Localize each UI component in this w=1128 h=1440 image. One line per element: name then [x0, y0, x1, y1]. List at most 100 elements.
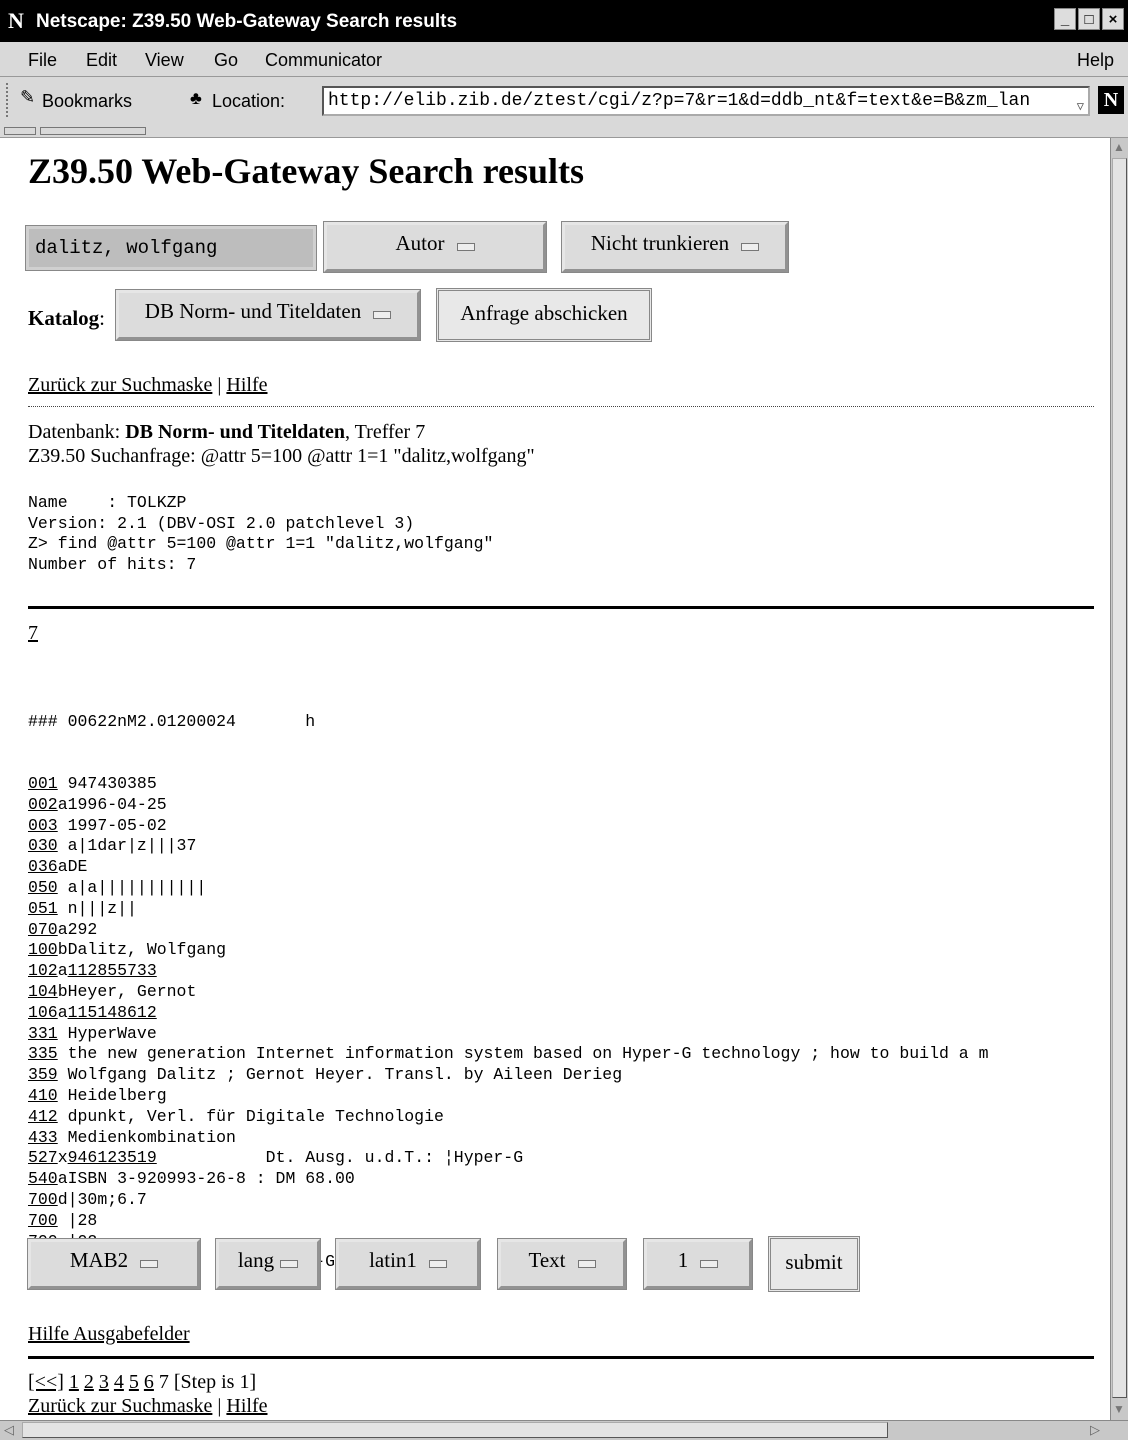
horizontal-scrollbar[interactable]: ◁ ▷ — [0, 1420, 1128, 1440]
field-tag-link[interactable]: 070 — [28, 920, 58, 939]
field-tag-link[interactable]: 002 — [28, 795, 58, 814]
field-indicator: a — [57, 857, 68, 877]
pager-page-link[interactable]: 4 — [114, 1371, 124, 1393]
record-field-row: 003 1997-05-02 — [28, 816, 988, 837]
field-value-link[interactable]: 946123519 — [68, 1148, 157, 1167]
field-indicator — [58, 1211, 68, 1230]
field-tag-link[interactable]: 036 — [28, 857, 58, 876]
katalog-select[interactable]: DB Norm- und Titeldaten — [115, 289, 421, 341]
netscape-logo-icon[interactable]: N — [1098, 86, 1124, 114]
field-indicator: d — [57, 1189, 68, 1209]
record-number-link[interactable]: 7 — [28, 622, 38, 645]
menu-help[interactable]: Help — [1077, 50, 1114, 71]
field-tag-link[interactable]: 359 — [28, 1065, 58, 1084]
scroll-down-icon[interactable]: ▼ — [1113, 1402, 1125, 1417]
field-select[interactable]: Autor — [323, 221, 547, 273]
option-menu-indicator-icon — [741, 243, 760, 252]
field-indicator: a — [57, 1169, 68, 1189]
field-value: the new generation Internet information … — [67, 1044, 989, 1064]
back-to-search-link[interactable]: Zurück zur Suchmaske — [28, 374, 212, 396]
field-indicator: b — [57, 940, 68, 960]
field-value: n|||z|| — [67, 898, 137, 918]
horizontal-scroll-thumb[interactable] — [22, 1422, 888, 1438]
syntax-select-value: MAB2 — [69, 1248, 129, 1272]
field-tag-link[interactable]: 700 — [28, 1211, 58, 1230]
field-tag-link[interactable]: 051 — [28, 899, 58, 918]
record-field-row: 070a292 — [28, 920, 988, 941]
field-tag-link[interactable]: 100 — [28, 940, 58, 959]
field-tag-link[interactable]: 335 — [28, 1044, 58, 1063]
option-menu-indicator-icon — [577, 1260, 596, 1269]
field-tag-link[interactable]: 433 — [28, 1128, 58, 1147]
record-field-row: 433 Medienkombination — [28, 1128, 988, 1149]
toolbar-collapse-tab[interactable] — [4, 127, 36, 135]
submit-query-button[interactable]: Anfrage abschicken — [436, 288, 652, 342]
maximize-button[interactable]: □ — [1078, 8, 1100, 30]
minimize-button[interactable]: _ — [1054, 8, 1076, 30]
katalog-select-value: DB Norm- und Titeldaten — [144, 299, 362, 323]
field-value-link[interactable]: 112855733 — [68, 961, 157, 980]
close-button[interactable]: × — [1102, 8, 1124, 30]
vertical-scroll-thumb[interactable] — [1112, 158, 1127, 1398]
type-select[interactable]: Text — [497, 1238, 627, 1290]
toolbar-collapse-tab[interactable] — [40, 127, 146, 135]
field-value-link[interactable]: 115148612 — [68, 1003, 157, 1022]
lang-select[interactable]: lang — [215, 1238, 321, 1290]
bookmarks-button[interactable]: Bookmarks — [42, 91, 132, 112]
field-tag-link[interactable]: 331 — [28, 1024, 58, 1043]
pager-page-link[interactable]: 1 — [69, 1371, 79, 1393]
record-field-row: 030 a|1dar|z|||37 — [28, 836, 988, 857]
menu-communicator[interactable]: Communicator — [265, 50, 382, 71]
field-tag-link[interactable]: 003 — [28, 816, 58, 835]
menu-edit[interactable]: Edit — [86, 50, 117, 71]
field-tag-link[interactable]: 540 — [28, 1169, 58, 1188]
pager-prev-link[interactable]: [<<] — [28, 1371, 64, 1393]
field-tag-link[interactable]: 410 — [28, 1086, 58, 1105]
syntax-select[interactable]: MAB2 — [27, 1238, 201, 1290]
field-indicator: a — [57, 794, 68, 814]
record-field-row: 051 n|||z|| — [28, 899, 988, 920]
help-output-fields-link[interactable]: Hilfe Ausgabefelder — [28, 1323, 190, 1346]
menu-go[interactable]: Go — [214, 50, 238, 71]
field-indicator — [58, 1128, 68, 1147]
toolbar-grip[interactable] — [6, 83, 16, 117]
count-select[interactable]: 1 — [643, 1238, 753, 1290]
truncation-select[interactable]: Nicht trunkieren — [561, 221, 789, 273]
back-to-search-link[interactable]: Zurück zur Suchmaske — [28, 1395, 212, 1417]
scroll-right-icon[interactable]: ▷ — [1090, 1422, 1100, 1438]
field-value: Heyer, Gernot — [67, 981, 197, 1001]
search-query-input[interactable]: dalitz, wolfgang — [25, 225, 317, 271]
url-field[interactable]: http://elib.zib.de/ztest/cgi/z?p=7&r=1&d… — [322, 86, 1090, 116]
scroll-up-icon[interactable]: ▲ — [1113, 140, 1125, 155]
field-value: 1996-04-25 — [67, 794, 167, 814]
field-tag-link[interactable]: 050 — [28, 878, 58, 897]
vertical-scrollbar[interactable]: ▲ ▼ — [1110, 138, 1128, 1420]
field-tag-link[interactable]: 700 — [28, 1190, 58, 1209]
pager-page-link[interactable]: 6 — [144, 1371, 154, 1393]
record-field-row: 335 the new generation Internet informat… — [28, 1044, 988, 1065]
field-tag-link[interactable]: 527 — [28, 1148, 58, 1167]
field-tag-link[interactable]: 001 — [28, 774, 58, 793]
search-query-value: dalitz, wolfgang — [35, 237, 218, 259]
menu-file[interactable]: File — [28, 50, 57, 71]
submit-format-button[interactable]: submit — [768, 1236, 860, 1292]
field-tag-link[interactable]: 104 — [28, 982, 58, 1001]
field-value: Heidelberg — [67, 1085, 167, 1105]
pager-page-link[interactable]: 3 — [99, 1371, 109, 1393]
pager-page-link[interactable]: 5 — [129, 1371, 139, 1393]
field-tag-link[interactable]: 412 — [28, 1107, 58, 1126]
menu-view[interactable]: View — [145, 50, 184, 71]
field-tag-link[interactable]: 106 — [28, 1003, 58, 1022]
charset-select[interactable]: latin1 — [335, 1238, 481, 1290]
dropdown-arrow-icon[interactable]: ▽ — [1077, 94, 1084, 114]
nav-separator: | — [217, 1395, 222, 1417]
record-field-row: 359 Wolfgang Dalitz ; Gernot Heyer. Tran… — [28, 1065, 988, 1086]
help-link[interactable]: Hilfe — [226, 1395, 267, 1417]
scroll-left-icon[interactable]: ◁ — [4, 1422, 14, 1438]
help-link[interactable]: Hilfe — [226, 374, 267, 396]
truncation-select-value: Nicht trunkieren — [590, 231, 730, 255]
field-value: ISBN 3-920993-26-8 : DM 68.00 — [67, 1169, 355, 1189]
field-tag-link[interactable]: 030 — [28, 836, 58, 855]
pager-page-link[interactable]: 2 — [84, 1371, 94, 1393]
field-tag-link[interactable]: 102 — [28, 961, 58, 980]
